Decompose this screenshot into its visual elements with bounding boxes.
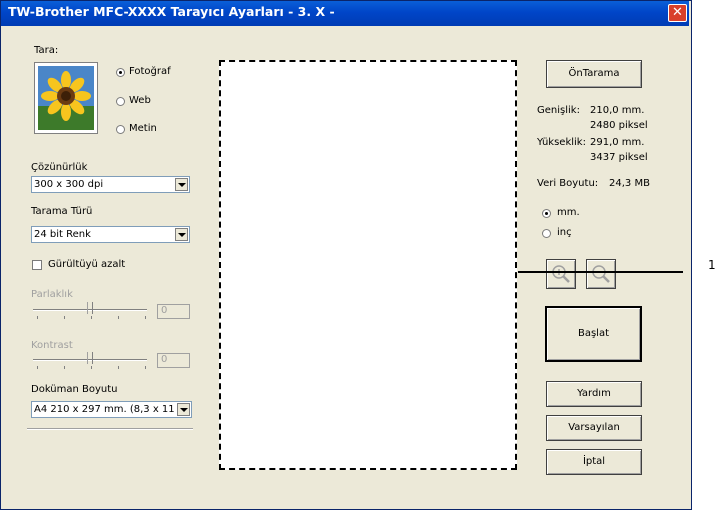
slider-tick	[91, 316, 92, 319]
defaults-button[interactable]: Varsayılan	[546, 415, 642, 441]
radio-photo-label: Fotoğraf	[129, 66, 171, 77]
radio-photo[interactable]	[116, 68, 125, 77]
data-size-label: Veri Boyutu:	[537, 178, 599, 189]
zoom-out-icon	[592, 265, 610, 283]
slider-tick	[145, 316, 146, 319]
preview-area[interactable]	[219, 60, 517, 470]
zoom-in-button[interactable]	[546, 259, 576, 289]
document-size-select[interactable]: A4 210 x 297 mm. (8,3 x 11	[31, 401, 192, 418]
slider-tick	[37, 366, 38, 369]
brightness-slider-handle[interactable]	[87, 302, 93, 314]
radio-unit-mm[interactable]	[542, 209, 551, 218]
resolution-label: Çözünürlük	[31, 162, 88, 173]
document-size-value: A4 210 x 297 mm. (8,3 x 11	[34, 404, 175, 415]
divider	[27, 428, 193, 430]
chevron-down-icon[interactable]	[177, 403, 190, 416]
scan-label: Tara:	[34, 45, 59, 56]
sunflower-icon	[38, 66, 94, 130]
close-icon[interactable]: ✕	[668, 4, 687, 22]
slider-tick	[91, 366, 92, 369]
height-label: Yükseklik:	[537, 137, 586, 148]
scan-type-preview	[34, 62, 98, 134]
radio-unit-inch[interactable]	[542, 229, 551, 238]
help-button-label: Yardım	[577, 388, 611, 399]
scan-type-value: 24 bit Renk	[34, 229, 91, 240]
chevron-down-icon[interactable]	[175, 178, 188, 191]
slider-tick	[64, 366, 65, 369]
cancel-button-label: İptal	[582, 456, 606, 467]
slider-tick	[118, 366, 119, 369]
scan-type-label: Tarama Türü	[31, 206, 93, 217]
zoom-out-button[interactable]	[586, 259, 616, 289]
slider-tick	[64, 316, 65, 319]
height-mm-value: 291,0 mm.	[590, 137, 645, 148]
start-button[interactable]: Başlat	[545, 306, 642, 362]
resolution-value: 300 x 300 dpi	[34, 179, 104, 190]
radio-web-label: Web	[129, 95, 151, 106]
radio-web[interactable]	[116, 97, 125, 106]
callout-number: 1	[708, 258, 716, 272]
width-mm-value: 210,0 mm.	[590, 105, 645, 116]
radio-text-label: Metin	[129, 123, 157, 134]
resolution-select[interactable]: 300 x 300 dpi	[31, 176, 190, 193]
document-size-label: Doküman Boyutu	[31, 384, 118, 395]
help-button[interactable]: Yardım	[546, 381, 642, 407]
width-px-value: 2480 piksel	[590, 120, 648, 131]
radio-unit-mm-label: mm.	[557, 207, 580, 218]
start-button-label: Başlat	[577, 328, 610, 339]
height-px-value: 3437 piksel	[590, 152, 648, 163]
callout-line	[518, 271, 683, 273]
cancel-button[interactable]: İptal	[546, 449, 642, 475]
brightness-label: Parlaklık	[31, 289, 73, 300]
slider-tick	[145, 366, 146, 369]
scan-type-select[interactable]: 24 bit Renk	[31, 226, 190, 243]
radio-unit-inch-label: inç	[557, 227, 572, 238]
noise-reduction-checkbox[interactable]	[32, 260, 42, 270]
slider-tick	[118, 316, 119, 319]
defaults-button-label: Varsayılan	[568, 422, 620, 433]
radio-text[interactable]	[116, 125, 125, 134]
prescan-button-label: ÖnTarama	[568, 68, 620, 79]
width-label: Genişlik:	[537, 105, 580, 116]
zoom-in-icon	[552, 265, 570, 283]
window-title: TW-Brother MFC-XXXX Tarayıcı Ayarları - …	[8, 4, 335, 19]
prescan-button[interactable]: ÖnTarama	[546, 60, 642, 88]
chevron-down-icon[interactable]	[175, 228, 188, 241]
noise-reduction-label: Gürültüyü azalt	[48, 259, 126, 270]
contrast-value-field: 0	[157, 353, 190, 368]
contrast-label: Kontrast	[31, 340, 73, 351]
contrast-slider-handle[interactable]	[87, 352, 93, 364]
slider-tick	[37, 316, 38, 319]
brightness-value-field: 0	[157, 304, 190, 319]
data-size-value: 24,3 MB	[609, 178, 650, 189]
